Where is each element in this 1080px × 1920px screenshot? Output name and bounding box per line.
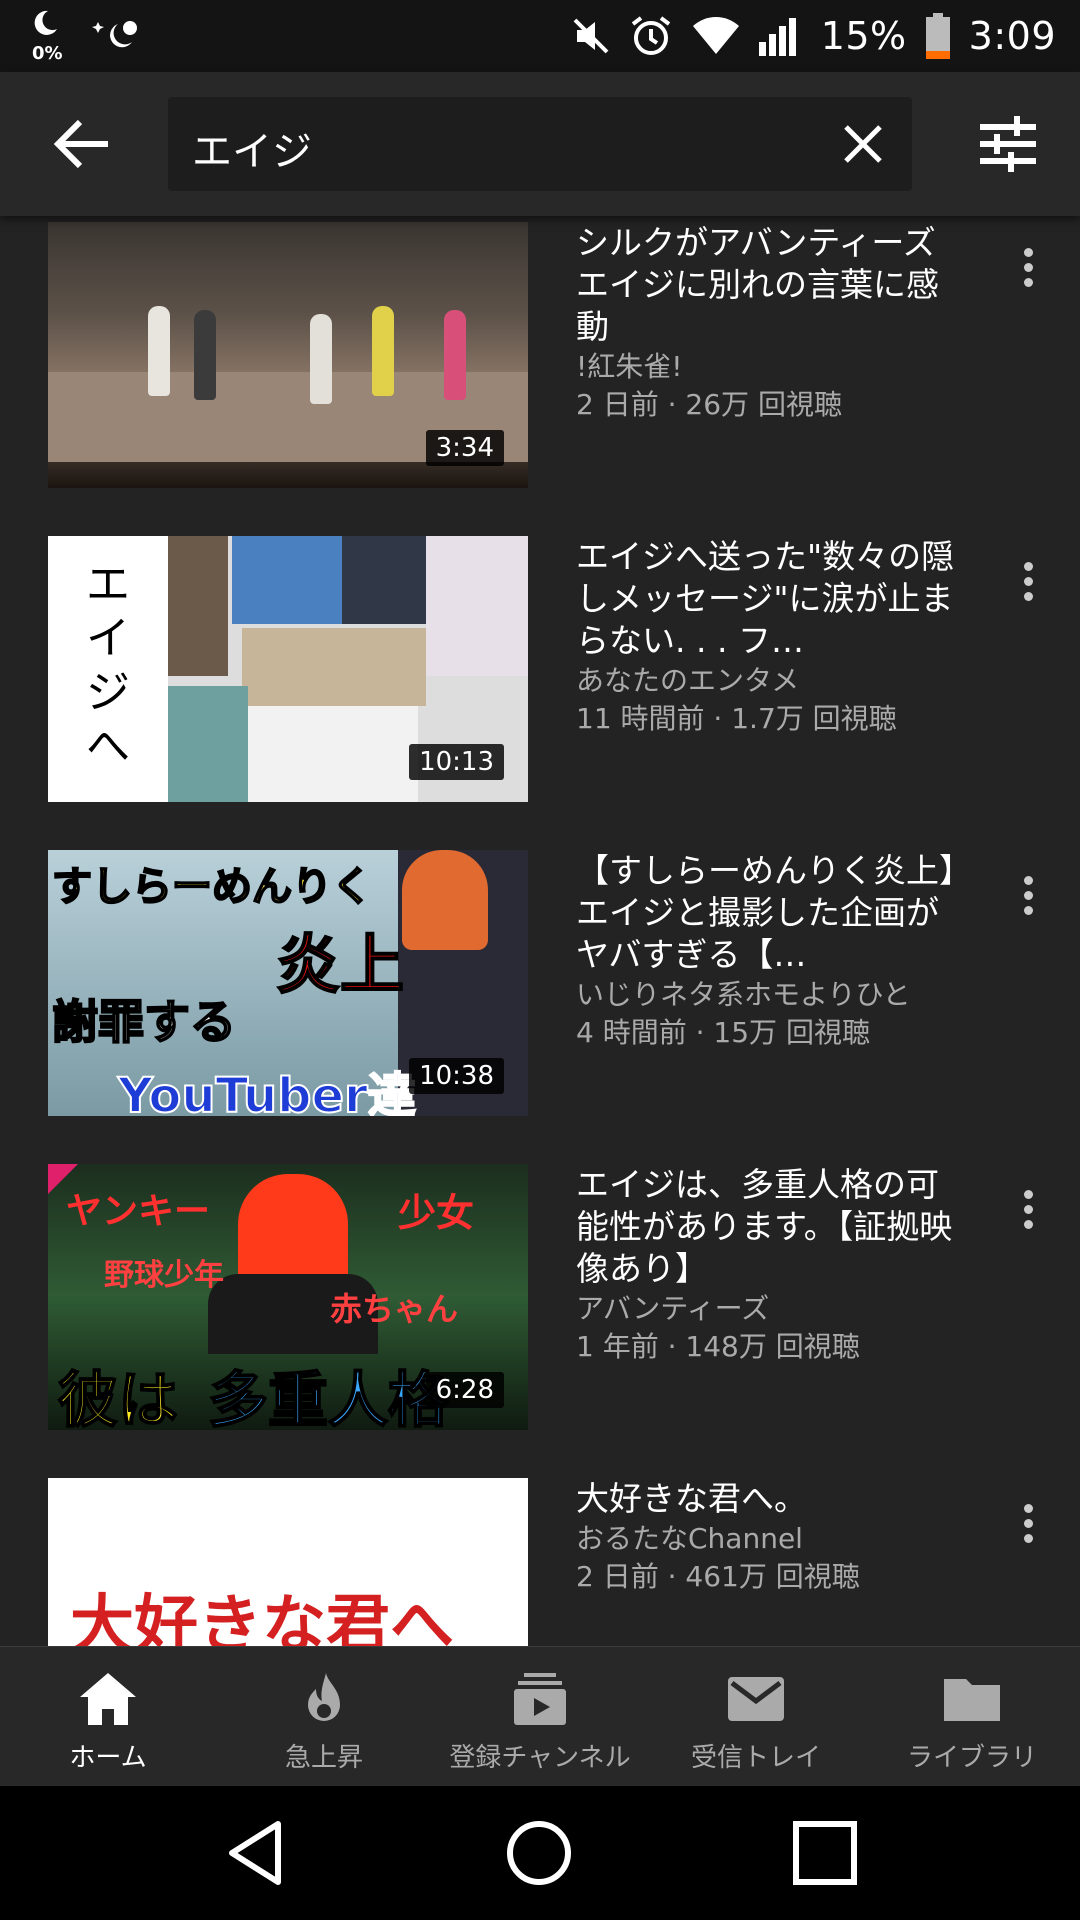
thumbnail-text: イ xyxy=(86,613,130,664)
video-duration: 3:34 xyxy=(425,430,504,466)
dnd-moon-icon: 0% xyxy=(30,8,64,64)
signal-icon xyxy=(758,18,796,56)
more-options-icon[interactable] xyxy=(1016,1184,1040,1240)
channel-name: !紅朱雀! xyxy=(576,350,683,383)
mute-icon xyxy=(573,18,609,54)
clock: 3:09 xyxy=(968,14,1056,58)
nav-label: 受信トレイ xyxy=(690,1743,821,1773)
video-item[interactable]: すしらーめんりく 炎上 謝罪する YouTuber達 10:38 【すしらーめん… xyxy=(0,850,1080,1116)
battery-percent: 15% xyxy=(820,14,907,58)
thumbnail-text: 野球少年 xyxy=(104,1258,224,1293)
video-thumbnail[interactable]: すしらーめんりく 炎上 謝罪する YouTuber達 10:38 xyxy=(48,850,528,1116)
video-title[interactable]: シルクがアバンティーズエイジに別れの言葉に感動 xyxy=(576,222,956,348)
home-circle-icon[interactable] xyxy=(504,1818,574,1888)
thumbnail-text: 大好きな君へ xyxy=(70,1589,454,1646)
battery-icon xyxy=(925,13,950,59)
system-navigation-bar xyxy=(0,1786,1080,1920)
thumbnail-text: 赤ちゃん xyxy=(330,1290,459,1328)
video-title[interactable]: 大好きな君へ。 xyxy=(576,1478,956,1520)
search-header: エイジ xyxy=(0,72,1080,216)
nav-library[interactable]: ライブラリ xyxy=(864,1647,1080,1787)
thumbnail-text: へ xyxy=(86,721,130,772)
channel-name: いじりネタ系ホモよりひと xyxy=(576,978,911,1011)
back-arrow-icon[interactable] xyxy=(52,116,112,172)
video-title[interactable]: エイジへ送った"数々の隠しメッセージ"に涙が止まらない. . . フ… xyxy=(576,536,956,662)
flame-icon xyxy=(308,1673,340,1721)
video-duration: 10:13 xyxy=(409,744,504,780)
video-stats: 4 時間前 · 15万 回視聴 xyxy=(576,1016,870,1049)
video-title[interactable]: エイジは、多重人格の可能性があります。【証拠映像あり】 xyxy=(576,1164,956,1290)
thumbnail-text: 少女 xyxy=(398,1191,475,1235)
subscriptions-icon xyxy=(514,1673,566,1725)
nav-label: 登録チャンネル xyxy=(449,1743,631,1773)
inbox-mail-icon xyxy=(728,1677,784,1721)
video-duration: 6:28 xyxy=(425,1372,504,1408)
back-triangle-icon[interactable] xyxy=(222,1818,292,1888)
video-item[interactable]: ヤンキー 少女 野球少年 赤ちゃん 彼は 多重人格 6:28 エイジは、多重人格… xyxy=(0,1164,1080,1430)
video-thumbnail[interactable]: 大好きな君へ xyxy=(48,1478,528,1646)
video-thumbnail[interactable]: 3:34 xyxy=(48,222,528,488)
video-stats: 2 日前 · 26万 回視聴 xyxy=(576,388,842,421)
search-results-list[interactable]: 3:34 シルクがアバンティーズエイジに別れの言葉に感動 !紅朱雀! 2 日前 … xyxy=(0,216,1080,1646)
video-item[interactable]: エ イ ジ へ 10:13 エイジへ送った"数々の隠しメッセージ"に涙が止まらな… xyxy=(0,536,1080,802)
thumbnail-text: ヤンキー xyxy=(66,1191,211,1232)
bottom-navigation: ホーム 急上昇 登録チャンネル 受信トレイ ライブラリ xyxy=(0,1646,1080,1786)
video-stats: 1 年前 · 148万 回視聴 xyxy=(576,1330,860,1363)
video-thumbnail[interactable]: ヤンキー 少女 野球少年 赤ちゃん 彼は 多重人格 6:28 xyxy=(48,1164,528,1430)
video-title[interactable]: 【すしらーめんりく炎上】エイジと撮影した企画がヤバすぎる【… xyxy=(576,850,956,976)
more-options-icon[interactable] xyxy=(1016,1498,1040,1554)
channel-name: あなたのエンタメ xyxy=(576,664,800,697)
video-item[interactable]: 大好きな君へ 大好きな君へ。 おるたなChannel 2 日前 · 461万 回… xyxy=(0,1478,1080,1646)
thumbnail-text: YouTuber達 xyxy=(117,1067,417,1116)
nav-label: ホーム xyxy=(69,1743,147,1773)
weather-night-icon xyxy=(92,21,137,48)
video-duration: 10:38 xyxy=(409,1058,504,1094)
thumbnail-text: エ xyxy=(86,559,130,610)
library-folder-icon xyxy=(944,1679,1000,1721)
close-icon[interactable] xyxy=(842,123,884,165)
video-stats: 11 時間前 · 1.7万 回視聴 xyxy=(576,702,897,735)
home-icon xyxy=(80,1673,136,1725)
status-bar: 0% 15% 3:09 xyxy=(0,0,1080,72)
recents-square-icon[interactable] xyxy=(790,1818,860,1888)
nav-label: ライブラリ xyxy=(906,1743,1037,1773)
thumbnail-text: ジ xyxy=(86,667,130,718)
video-stats: 2 日前 · 461万 回視聴 xyxy=(576,1560,860,1593)
more-options-icon[interactable] xyxy=(1016,556,1040,612)
app-root: 0% 15% 3:09 エイジ 3:34 シルクがアバンティーズエイジに別れの言… xyxy=(0,0,1080,1920)
nav-inbox[interactable]: 受信トレイ xyxy=(648,1647,864,1787)
video-thumbnail[interactable]: エ イ ジ へ 10:13 xyxy=(48,536,528,802)
channel-name: おるたなChannel xyxy=(576,1522,803,1555)
dnd-percent: 0% xyxy=(32,43,63,64)
nav-trending[interactable]: 急上昇 xyxy=(216,1647,432,1787)
thumbnail-text: 謝罪する xyxy=(51,994,237,1050)
search-query: エイジ xyxy=(192,129,312,175)
nav-label: 急上昇 xyxy=(284,1743,363,1773)
wifi-icon xyxy=(692,17,739,54)
search-input[interactable]: エイジ xyxy=(168,97,912,191)
video-item[interactable]: 3:34 シルクがアバンティーズエイジに別れの言葉に感動 !紅朱雀! 2 日前 … xyxy=(0,222,1080,488)
thumbnail-text: 炎上 xyxy=(275,928,405,1004)
thumbnail-text: 多重人格 xyxy=(207,1365,449,1430)
filter-sliders-icon[interactable] xyxy=(978,116,1038,172)
nav-subscriptions[interactable]: 登録チャンネル xyxy=(432,1647,648,1787)
thumbnail-text: 彼は xyxy=(57,1365,179,1430)
nav-home[interactable]: ホーム xyxy=(0,1647,216,1787)
channel-name: アバンティーズ xyxy=(576,1292,770,1325)
alarm-icon xyxy=(631,16,670,55)
more-options-icon[interactable] xyxy=(1016,242,1040,298)
more-options-icon[interactable] xyxy=(1016,870,1040,926)
thumbnail-text: すしらーめんりく xyxy=(51,863,373,911)
